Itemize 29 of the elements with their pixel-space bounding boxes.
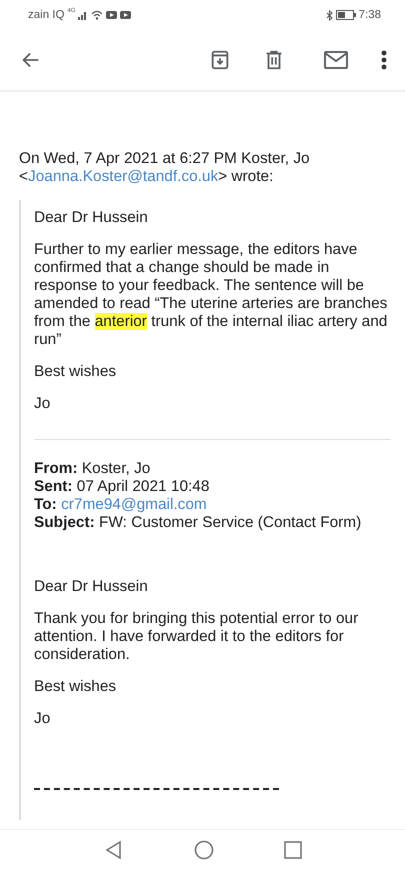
video-icon	[120, 11, 132, 19]
email-link[interactable]: Joanna.Koster@tandf.co.uk	[28, 168, 218, 185]
message-paragraph: Thank you for bringing this potential error to our attention. I have forwarded it to the editors for consideration.	[34, 610, 360, 664]
battery-icon	[336, 10, 356, 20]
header-line: From: Koster, Jo	[34, 460, 152, 478]
clock-time: 7:38	[358, 9, 381, 21]
bluetooth-icon	[326, 10, 333, 20]
quote-header: On Wed, 7 Apr 2021 at 6:27 PM Koster, Jo <Joanna.Koster@tandf.co.uk> wrote:	[19, 150, 311, 186]
more-icon	[381, 49, 387, 71]
message-paragraph: Dear Dr Hussein	[34, 578, 149, 596]
video-icon	[106, 11, 118, 19]
signal-icon	[78, 10, 88, 20]
header-line: Subject: FW: Customer Service (Contact Form)	[34, 514, 362, 532]
message-paragraph: Best wishes	[34, 678, 118, 696]
envelope-icon	[323, 49, 349, 71]
email-link[interactable]: cr7me94@gmail.com	[61, 496, 207, 513]
message-paragraph: Dear Dr Hussein	[34, 209, 149, 227]
square-recents-icon	[284, 841, 302, 859]
archive-icon	[209, 49, 231, 71]
message-paragraph: Jo	[34, 710, 52, 728]
message-paragraph: Best wishes	[34, 363, 118, 381]
triangle-back-icon	[104, 840, 124, 860]
message-paragraph: Further to my earlier message, the editors have confirmed that a change should be made in response to your feedback. The sentence will be amended to read “The uterine arteries are branches from the anterior trunk of the internal iliac artery and run”	[34, 241, 388, 349]
header-line: Sent: 07 April 2021 10:48	[34, 478, 210, 496]
circle-home-icon	[194, 840, 214, 860]
carrier-name: zain IQ	[28, 9, 64, 21]
message-paragraph: Jo	[34, 395, 52, 413]
header-line: To: cr7me94@gmail.com	[34, 496, 208, 514]
wifi-icon	[91, 10, 104, 20]
